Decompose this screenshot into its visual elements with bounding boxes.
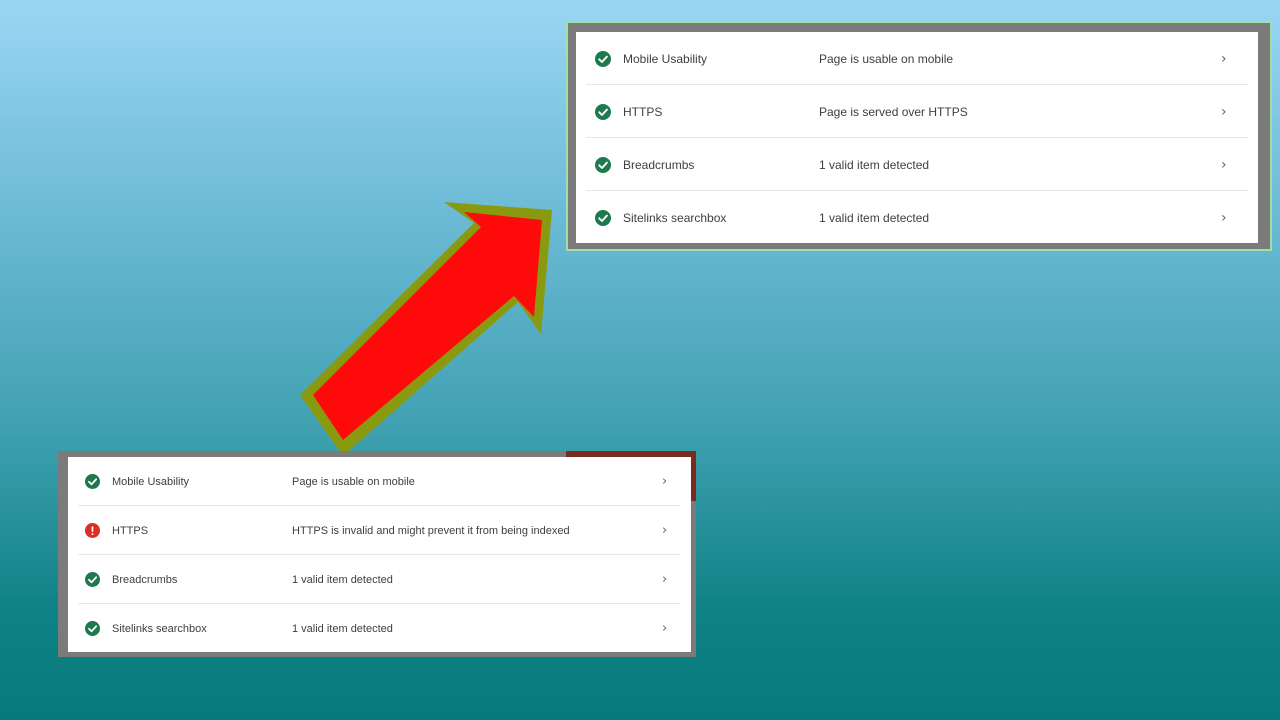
- row-label: Breadcrumbs: [623, 157, 695, 172]
- row-label: Mobile Usability: [112, 475, 190, 488]
- check-circle-icon: [85, 572, 100, 587]
- chevron-right-icon[interactable]: ›: [662, 474, 667, 489]
- row-description: Page is usable on mobile: [292, 475, 415, 488]
- row-description: 1 valid item detected: [819, 157, 930, 172]
- row-description: 1 valid item detected: [292, 573, 393, 586]
- check-circle-icon: [595, 209, 611, 226]
- enhancement-row-mobile-usability[interactable]: Mobile Usability Page is usable on mobil…: [68, 457, 691, 506]
- chevron-right-icon[interactable]: ›: [662, 572, 667, 587]
- row-label: Breadcrumbs: [112, 573, 178, 586]
- enhancement-row-sitelinks-searchbox[interactable]: Sitelinks searchbox 1 valid item detecte…: [68, 604, 691, 653]
- check-circle-icon: [595, 156, 611, 173]
- row-description: 1 valid item detected: [292, 622, 393, 635]
- row-description: 1 valid item detected: [819, 210, 930, 225]
- chevron-right-icon[interactable]: ›: [1221, 157, 1227, 173]
- row-description: Page is served over HTTPS: [819, 104, 968, 119]
- row-label: Sitelinks searchbox: [112, 622, 207, 635]
- error-circle-icon: [85, 523, 100, 538]
- row-description: Page is usable on mobile: [819, 51, 954, 66]
- row-label: Mobile Usability: [623, 51, 708, 66]
- enhancement-row-sitelinks-searchbox[interactable]: Sitelinks searchbox 1 valid item detecte…: [576, 191, 1258, 244]
- check-circle-icon: [595, 50, 611, 67]
- chevron-right-icon[interactable]: ›: [1221, 104, 1227, 120]
- row-description: HTTPS is invalid and might prevent it fr…: [292, 524, 570, 537]
- chevron-right-icon[interactable]: ›: [1221, 210, 1227, 226]
- enhancement-row-https[interactable]: HTTPS HTTPS is invalid and might prevent…: [68, 506, 691, 555]
- enhancement-row-mobile-usability[interactable]: Mobile Usability Page is usable on mobil…: [576, 32, 1258, 85]
- arrow-shape-fill: [313, 212, 542, 440]
- enhancement-row-https[interactable]: HTTPS Page is served over HTTPS ›: [576, 85, 1258, 138]
- chevron-right-icon[interactable]: ›: [662, 621, 667, 636]
- chevron-right-icon[interactable]: ›: [662, 523, 667, 538]
- enhancement-row-breadcrumbs[interactable]: Breadcrumbs 1 valid item detected ›: [576, 138, 1258, 191]
- before-enhancements-panel: Mobile Usability Page is usable on mobil…: [68, 457, 691, 652]
- row-label: Sitelinks searchbox: [623, 210, 727, 225]
- enhancement-row-breadcrumbs[interactable]: Breadcrumbs 1 valid item detected ›: [68, 555, 691, 604]
- row-label: HTTPS: [623, 104, 663, 119]
- check-circle-icon: [85, 621, 100, 636]
- chevron-right-icon[interactable]: ›: [1221, 51, 1227, 67]
- check-circle-icon: [595, 103, 611, 120]
- after-enhancements-panel: Mobile Usability Page is usable on mobil…: [576, 32, 1258, 243]
- row-label: HTTPS: [112, 524, 149, 537]
- check-circle-icon: [85, 474, 100, 489]
